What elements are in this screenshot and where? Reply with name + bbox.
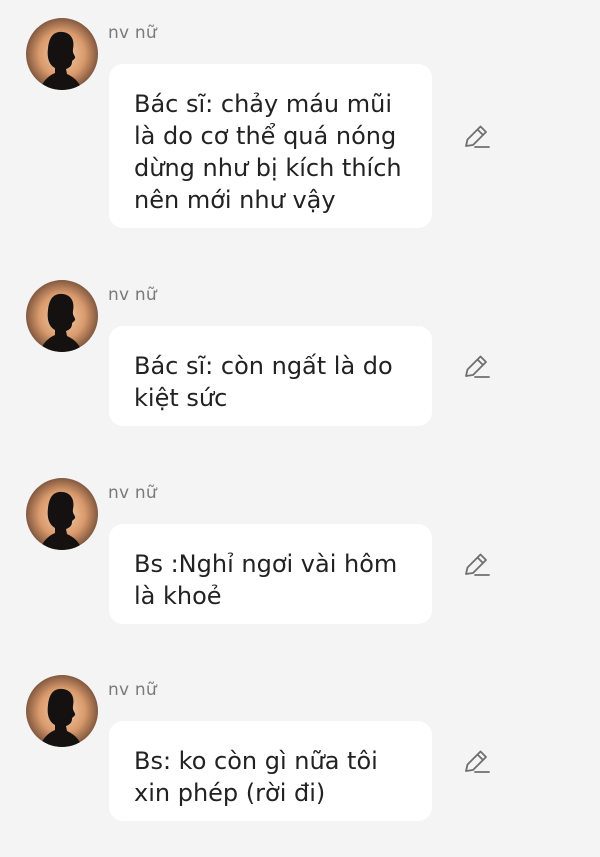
message-bubble: Bác sĩ: còn ngất là do kiệt sức xyxy=(109,326,432,426)
person-silhouette-icon xyxy=(40,31,82,90)
avatar[interactable] xyxy=(26,18,98,90)
sender-name: nv nữ xyxy=(108,285,157,305)
person-silhouette-icon xyxy=(40,688,82,747)
avatar[interactable] xyxy=(26,280,98,352)
edit-pencil-icon[interactable] xyxy=(462,747,492,777)
edit-pencil-icon[interactable] xyxy=(462,352,492,382)
message-item: nv nữ Bs :Nghỉ ngơi vài hôm là khoẻ xyxy=(0,460,600,660)
message-item: nv nữ Bác sĩ: còn ngất là do kiệt sức xyxy=(0,262,600,462)
message-bubble: Bs :Nghỉ ngơi vài hôm là khoẻ xyxy=(109,524,432,624)
sender-name: nv nữ xyxy=(108,483,157,503)
message-bubble: Bs: ko còn gì nữa tôi xin phép (rời đi) xyxy=(109,721,432,821)
sender-name: nv nữ xyxy=(108,23,157,43)
sender-name: nv nữ xyxy=(108,680,157,700)
edit-pencil-icon[interactable] xyxy=(462,550,492,580)
person-silhouette-icon xyxy=(40,293,82,352)
message-item: nv nữ Bác sĩ: chảy máu mũi là do cơ thể … xyxy=(0,0,600,228)
message-bubble: Bác sĩ: chảy máu mũi là do cơ thể quá nó… xyxy=(109,64,432,228)
edit-pencil-icon[interactable] xyxy=(462,122,492,152)
message-item: nv nữ Bs: ko còn gì nữa tôi xin phép (rờ… xyxy=(0,657,600,857)
person-silhouette-icon xyxy=(40,491,82,550)
avatar[interactable] xyxy=(26,675,98,747)
avatar[interactable] xyxy=(26,478,98,550)
